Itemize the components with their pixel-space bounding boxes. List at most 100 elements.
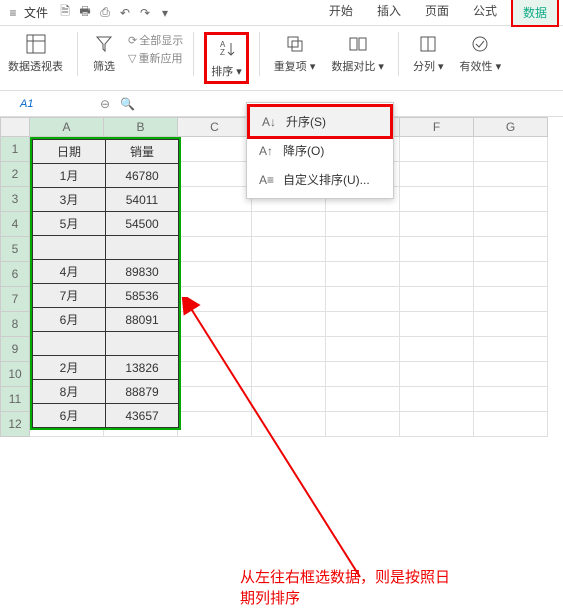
cell[interactable] — [178, 312, 252, 337]
cell[interactable] — [252, 262, 326, 287]
cell[interactable]: 2月 — [33, 356, 106, 380]
cell[interactable] — [178, 262, 252, 287]
redo-icon[interactable]: ↷ — [136, 4, 154, 22]
row-header[interactable]: 1 — [0, 137, 30, 162]
cell[interactable]: 5月 — [33, 212, 106, 236]
row-header[interactable]: 12 — [0, 412, 30, 437]
cell[interactable] — [252, 387, 326, 412]
name-box[interactable]: A1 — [0, 96, 90, 112]
col-header[interactable]: C — [178, 117, 252, 137]
undo-icon[interactable]: ↶ — [116, 4, 134, 22]
cell[interactable]: 8月 — [33, 380, 106, 404]
qat-dropdown-icon[interactable]: ▾ — [156, 4, 174, 22]
cell[interactable]: 7月 — [33, 284, 106, 308]
row-header[interactable]: 4 — [0, 212, 30, 237]
cell[interactable] — [252, 237, 326, 262]
row-header[interactable]: 11 — [0, 387, 30, 412]
col-header[interactable]: F — [400, 117, 474, 137]
cell[interactable] — [474, 237, 548, 262]
reapply-button[interactable]: ▽重新应用 — [128, 50, 183, 66]
col-header[interactable]: A — [30, 117, 104, 137]
row-header[interactable]: 7 — [0, 287, 30, 312]
row-header[interactable]: 9 — [0, 337, 30, 362]
duplicates-button[interactable]: 重复项 ▾ — [270, 32, 320, 74]
cell[interactable] — [326, 287, 400, 312]
print-icon[interactable]: 🖶 — [76, 4, 94, 22]
cell[interactable]: 46780 — [106, 164, 179, 188]
cell[interactable] — [400, 412, 474, 437]
hamburger-icon[interactable]: ≡ — [4, 4, 22, 22]
cell[interactable] — [326, 262, 400, 287]
filter-button[interactable]: 筛选 — [88, 32, 120, 74]
cell[interactable] — [178, 187, 252, 212]
text-to-columns-button[interactable]: 分列 ▾ — [409, 32, 448, 74]
compare-button[interactable]: 数据对比 ▾ — [327, 32, 388, 74]
cell[interactable] — [400, 237, 474, 262]
cell[interactable] — [474, 212, 548, 237]
cell[interactable]: 88091 — [106, 308, 179, 332]
cell[interactable] — [178, 212, 252, 237]
validation-button[interactable]: 有效性 ▾ — [456, 32, 506, 74]
cell[interactable] — [474, 262, 548, 287]
row-header[interactable]: 5 — [0, 237, 30, 262]
cell[interactable] — [178, 387, 252, 412]
preview-icon[interactable]: ⎙ — [96, 4, 114, 22]
cell[interactable]: 13826 — [106, 356, 179, 380]
tab-formula[interactable]: 公式 — [463, 0, 507, 27]
cell[interactable] — [252, 362, 326, 387]
cell[interactable]: 1月 — [33, 164, 106, 188]
pivot-button[interactable]: 数据透视表 — [4, 32, 67, 74]
cell[interactable] — [400, 287, 474, 312]
cell[interactable] — [400, 362, 474, 387]
cell[interactable] — [178, 337, 252, 362]
cell[interactable]: 6月 — [33, 404, 106, 428]
cell[interactable]: 6月 — [33, 308, 106, 332]
cancel-icon[interactable]: ⊖ — [100, 97, 110, 111]
cell[interactable] — [474, 387, 548, 412]
cell[interactable] — [400, 312, 474, 337]
cell[interactable] — [178, 237, 252, 262]
cell[interactable] — [474, 312, 548, 337]
tab-page[interactable]: 页面 — [415, 0, 459, 27]
cell[interactable] — [326, 212, 400, 237]
cell[interactable] — [400, 162, 474, 187]
sort-custom-item[interactable]: A≡ 自定义排序(U)... — [247, 165, 393, 194]
cell[interactable] — [474, 362, 548, 387]
cell[interactable] — [474, 162, 548, 187]
cell[interactable] — [326, 387, 400, 412]
cell[interactable] — [252, 212, 326, 237]
cell[interactable] — [400, 262, 474, 287]
sort-desc-item[interactable]: A↑ 降序(O) — [247, 136, 393, 165]
cell[interactable] — [326, 337, 400, 362]
cell[interactable] — [400, 187, 474, 212]
cell[interactable]: 3月 — [33, 188, 106, 212]
cell[interactable] — [326, 312, 400, 337]
cell[interactable] — [474, 412, 548, 437]
cell[interactable] — [474, 137, 548, 162]
cell[interactable]: 销量 — [106, 140, 179, 164]
cell[interactable] — [252, 287, 326, 312]
cell[interactable]: 54500 — [106, 212, 179, 236]
cell[interactable] — [178, 287, 252, 312]
cell[interactable] — [474, 337, 548, 362]
row-header[interactable]: 6 — [0, 262, 30, 287]
sort-asc-item[interactable]: A↓ 升序(S) — [247, 104, 393, 139]
cell[interactable] — [178, 162, 252, 187]
cell[interactable] — [252, 412, 326, 437]
row-header[interactable]: 2 — [0, 162, 30, 187]
sort-button[interactable]: AZ 排序 ▾ — [204, 32, 249, 84]
cell[interactable] — [106, 236, 179, 260]
col-header[interactable]: B — [104, 117, 178, 137]
save-icon[interactable]: 🗎 — [56, 4, 74, 22]
file-menu[interactable]: 文件 — [24, 4, 48, 21]
cell[interactable] — [178, 137, 252, 162]
cell[interactable] — [252, 337, 326, 362]
cell[interactable]: 54011 — [106, 188, 179, 212]
cell[interactable] — [400, 387, 474, 412]
cell[interactable] — [326, 412, 400, 437]
cell[interactable]: 日期 — [33, 140, 106, 164]
cell[interactable] — [178, 412, 252, 437]
row-header[interactable]: 8 — [0, 312, 30, 337]
cell[interactable] — [33, 332, 106, 356]
cell[interactable] — [474, 287, 548, 312]
